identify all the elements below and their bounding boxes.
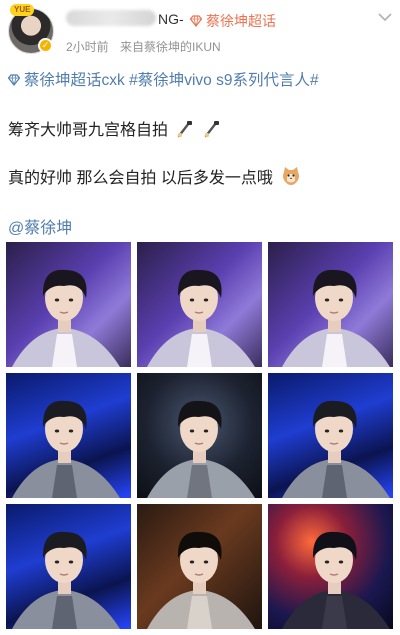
hashtag-link[interactable]: #蔡徐坤vivo s9系列代言人# <box>129 72 318 89</box>
post-text: 真的好帅 那么会自拍 以后多发一点哦 <box>8 170 273 187</box>
selfie-stick-emoji <box>204 121 219 138</box>
photo-6[interactable] <box>268 373 393 498</box>
super-topic-link[interactable]: 蔡徐坤超话 <box>190 11 276 31</box>
post-header: YUE ✓ NG- 蔡徐坤超话 2小时前 来自蔡徐坤的IKUN <box>0 0 400 62</box>
diamond-icon <box>190 15 202 27</box>
photo-5[interactable] <box>137 373 262 498</box>
photo-7[interactable] <box>6 504 131 629</box>
photo-8[interactable] <box>137 504 262 629</box>
post-source[interactable]: 来自蔡徐坤的IKUN <box>120 40 221 54</box>
photo-3[interactable] <box>268 242 393 367</box>
username-suffix[interactable]: NG- <box>158 11 184 27</box>
photo-4[interactable] <box>6 373 131 498</box>
photo-9[interactable] <box>268 504 393 629</box>
diamond-icon <box>8 74 20 86</box>
user-badge: YUE <box>10 4 35 16</box>
verified-icon: ✓ <box>38 38 53 53</box>
cat-face-emoji <box>283 167 300 185</box>
photo-grid <box>6 242 394 632</box>
username-blurred[interactable] <box>66 10 156 26</box>
post-text: 筹齐大帅哥九宫格自拍 <box>8 122 169 139</box>
chevron-down-icon[interactable] <box>378 12 392 22</box>
super-topic-link-body[interactable]: 蔡徐坤超话cxk <box>24 72 125 89</box>
topic-line: 蔡徐坤超话cxk #蔡徐坤vivo s9系列代言人# <box>8 68 319 90</box>
photo-2[interactable] <box>137 242 262 367</box>
super-topic-label: 蔡徐坤超话 <box>206 13 276 29</box>
post-text-line: 真的好帅 那么会自拍 以后多发一点哦 <box>8 164 301 188</box>
post-text-line: 筹齐大帅哥九宫格自拍 <box>8 116 221 140</box>
selfie-stick-emoji <box>178 121 193 138</box>
post-time: 2小时前 <box>66 40 109 54</box>
mention-link[interactable]: @蔡徐坤 <box>8 214 72 238</box>
photo-1[interactable] <box>6 242 131 367</box>
post-meta: 2小时前 来自蔡徐坤的IKUN <box>66 38 229 55</box>
